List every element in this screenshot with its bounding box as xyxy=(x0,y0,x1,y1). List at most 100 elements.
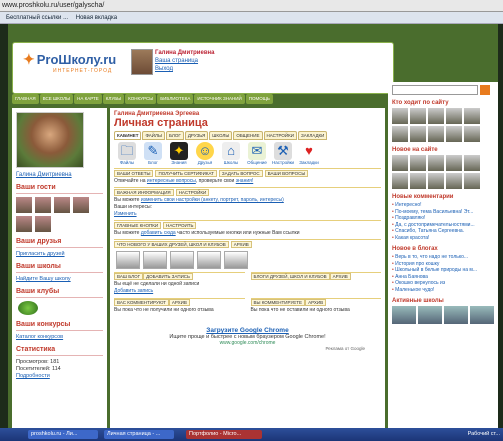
news-thumbnail[interactable] xyxy=(197,251,221,269)
site-logo[interactable]: ✦ ProШколу.ru ИНТЕРНЕТ-ГОРОД xyxy=(23,51,116,74)
tab-files[interactable]: ФАЙЛЫ xyxy=(142,131,165,140)
files-shortcut[interactable]: 🗀 Файлы xyxy=(116,142,138,165)
tab-news-archive[interactable]: АРХИВ xyxy=(230,241,252,248)
tab-schools[interactable]: ШКОЛЫ xyxy=(209,131,233,140)
online-user-avatar[interactable] xyxy=(428,108,444,124)
news-thumbnail[interactable] xyxy=(116,251,140,269)
tab-your-answers[interactable]: ВАШИ ОТВЕТЫ xyxy=(114,170,154,177)
tab-your-questions[interactable]: ВАШИ ВОПРОСЫ xyxy=(264,170,309,177)
tab-configure[interactable]: НАСТРОИТЬ xyxy=(163,222,197,229)
tab-blog[interactable]: БЛОГ xyxy=(165,131,184,140)
profile-name[interactable]: Галина Дмитриевна xyxy=(16,172,107,178)
bookmark-item[interactable]: Новая вкладка xyxy=(76,15,117,21)
news-thumbnail[interactable] xyxy=(224,251,248,269)
tab-friends[interactable]: ДРУЗЬЯ xyxy=(184,131,209,140)
new-item-thumbnail[interactable] xyxy=(464,155,480,171)
taskbar-item[interactable]: Портфолио - Micro... xyxy=(186,430,262,439)
online-user-avatar[interactable] xyxy=(464,126,480,142)
new-item-thumbnail[interactable] xyxy=(446,155,462,171)
invite-friends-link[interactable]: Пригласить друзей xyxy=(16,251,107,257)
new-item-thumbnail[interactable] xyxy=(464,173,480,189)
guest-avatar[interactable] xyxy=(54,197,70,213)
online-user-avatar[interactable] xyxy=(410,126,426,142)
school-thumbnail[interactable] xyxy=(444,306,468,324)
guest-avatar[interactable] xyxy=(73,197,89,213)
online-user-avatar[interactable] xyxy=(392,126,408,142)
tab-get-certificate[interactable]: ПОЛУЧИТЬ СЕРТИФИКАТ xyxy=(155,170,217,177)
schools-shortcut[interactable]: ⌂ Школы xyxy=(220,142,242,165)
ad-title[interactable]: Загрузите Google Chrome xyxy=(130,327,365,334)
friends-shortcut[interactable]: ☺ Друзья xyxy=(194,142,216,165)
nav-knowledge[interactable]: ИСТОЧНИК ЗНАНИЙ xyxy=(194,94,245,104)
bookmarks-shortcut[interactable]: ♥ Закладки xyxy=(298,142,320,165)
online-user-avatar[interactable] xyxy=(392,108,408,124)
profile-photo[interactable] xyxy=(16,112,84,168)
online-user-avatar[interactable] xyxy=(446,108,462,124)
tab-comments-in-archive[interactable]: АРХИВ xyxy=(168,299,190,306)
tab-settings[interactable]: НАСТРОЙКИ xyxy=(263,131,298,140)
new-item-thumbnail[interactable] xyxy=(392,155,408,171)
interesting-questions-link[interactable]: интересные вопросы xyxy=(147,178,196,184)
nav-clubs[interactable]: КЛУБЫ xyxy=(102,94,125,104)
search-button[interactable] xyxy=(480,85,490,95)
nav-home[interactable]: ГЛАВНАЯ xyxy=(12,94,39,104)
online-user-avatar[interactable] xyxy=(428,126,444,142)
new-item-thumbnail[interactable] xyxy=(410,173,426,189)
tab-ask-question[interactable]: ЗАДАТЬ ВОПРОС xyxy=(218,170,263,177)
nav-library[interactable]: БИБЛИОТЕКА xyxy=(157,94,194,104)
new-item-thumbnail[interactable] xyxy=(428,155,444,171)
stats-details-link[interactable]: Подробности xyxy=(16,373,50,379)
settings-shortcut[interactable]: ⚒ Настройки xyxy=(272,142,294,165)
tab-comments-on-you[interactable]: ВАС КОММЕНТИРУЮТ xyxy=(114,299,169,306)
nav-map[interactable]: НА КАРТЕ xyxy=(74,94,102,104)
school-thumbnail[interactable] xyxy=(470,306,494,324)
online-user-avatar[interactable] xyxy=(410,108,426,124)
school-thumbnail[interactable] xyxy=(392,306,416,324)
guest-avatar[interactable] xyxy=(35,216,51,232)
nav-contests[interactable]: КОНКУРСЫ xyxy=(125,94,157,104)
logout-link[interactable]: Выход xyxy=(155,65,214,73)
new-item-thumbnail[interactable] xyxy=(392,173,408,189)
tab-important-info[interactable]: ВАЖНАЯ ИНФОРМАЦИЯ xyxy=(114,189,174,196)
tab-main-buttons[interactable]: ГЛАВНЫЕ КНОПКИ xyxy=(114,222,162,229)
tab-bookmarks[interactable]: ЗАКЛАДКИ xyxy=(298,131,328,140)
tab-communication[interactable]: ОБЩЕНИЕ xyxy=(233,131,263,140)
guest-avatar[interactable] xyxy=(16,216,32,232)
knowledge-link[interactable]: знания! xyxy=(236,178,254,184)
add-post-link[interactable]: Добавить запись xyxy=(114,288,153,294)
new-item-thumbnail[interactable] xyxy=(410,155,426,171)
nav-help[interactable]: ПОМОЩЬ xyxy=(245,94,273,104)
new-item-thumbnail[interactable] xyxy=(428,173,444,189)
news-thumbnail[interactable] xyxy=(170,251,194,269)
your-page-link[interactable]: Ваша страница xyxy=(155,57,214,65)
tab-info-settings[interactable]: НАСТРОЙКИ xyxy=(175,189,210,196)
search-input[interactable] xyxy=(392,85,478,95)
online-user-avatar[interactable] xyxy=(464,108,480,124)
tab-blogs-archive[interactable]: АРХИВ xyxy=(329,273,351,280)
comment-link[interactable]: Какая красота! xyxy=(392,235,494,242)
tab-your-blog[interactable]: ВАШ БЛОГ xyxy=(114,273,144,280)
blog-shortcut[interactable]: ✎ Блог xyxy=(142,142,164,165)
tab-friends-blogs[interactable]: БЛОГИ ДРУЗЕЙ, ШКОЛ И КЛУБОВ xyxy=(250,273,330,280)
blog-link[interactable]: Маленькое чудо! xyxy=(392,287,494,294)
tab-whats-new[interactable]: ЧТО НОВОГО У ВАШИХ ДРУЗЕЙ, ШКОЛ И КЛУБОВ xyxy=(114,241,229,248)
nav-schools[interactable]: ВСЕ ШКОЛЫ xyxy=(39,94,74,104)
school-thumbnail[interactable] xyxy=(418,306,442,324)
taskbar-item[interactable]: Личная страница - ... xyxy=(104,430,174,439)
guest-avatar[interactable] xyxy=(35,197,51,213)
guest-avatar[interactable] xyxy=(16,197,32,213)
clubs-globe-icon[interactable] xyxy=(18,301,38,315)
change-interests-link[interactable]: Изменить xyxy=(114,211,137,217)
find-school-link[interactable]: Найдите Вашу школу xyxy=(16,276,107,282)
change-settings-link[interactable]: изменить свои настройки (анкету, портрет… xyxy=(141,197,284,203)
tab-you-comment[interactable]: ВЫ КОММЕНТИРУЕТЕ xyxy=(250,299,306,306)
address-bar[interactable]: www.proshkolu.ru/user/galyscha/ xyxy=(0,0,503,12)
user-avatar[interactable] xyxy=(131,49,153,75)
tab-cabinet[interactable]: КАБИНЕТ xyxy=(114,131,142,140)
contests-catalog-link[interactable]: Каталог конкурсов xyxy=(16,334,107,340)
bookmark-item[interactable]: Бесплатный ссылки ... xyxy=(6,15,68,21)
knowledge-shortcut[interactable]: ✦ Знания xyxy=(168,142,190,165)
taskbar-item[interactable]: proshkolu.ru - Ли... xyxy=(28,430,98,439)
new-item-thumbnail[interactable] xyxy=(446,173,462,189)
communication-shortcut[interactable]: ✉ Общение xyxy=(246,142,268,165)
